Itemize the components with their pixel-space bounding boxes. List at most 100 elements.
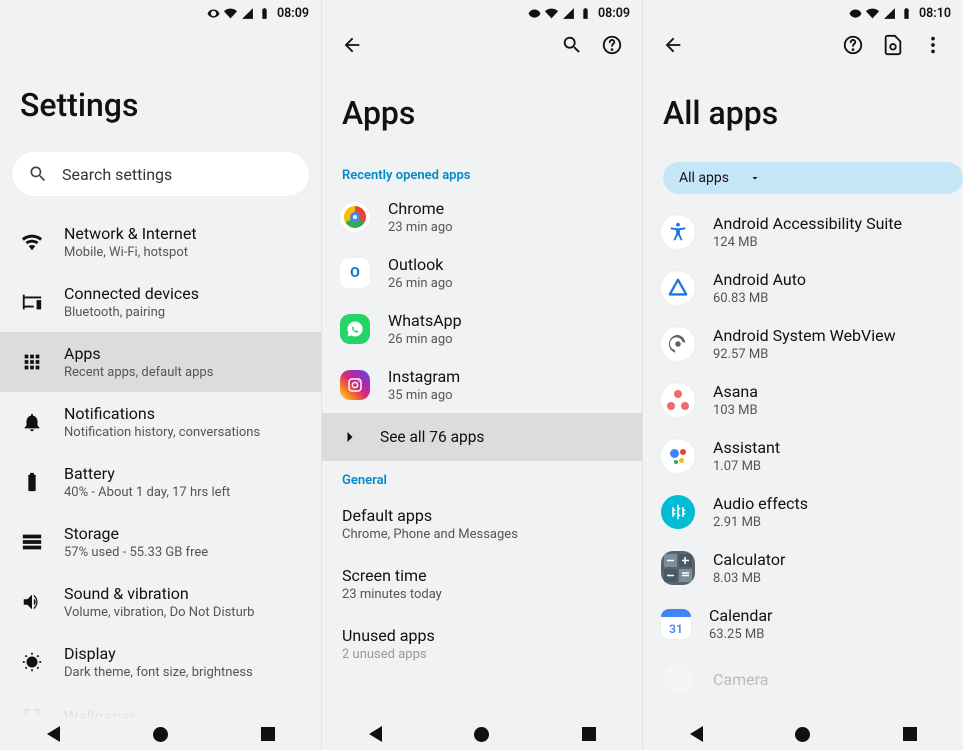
assistant-icon <box>661 439 695 473</box>
status-clock: 08:09 <box>598 6 630 21</box>
nav-back[interactable] <box>355 722 395 746</box>
wifi-icon <box>224 7 237 20</box>
calculator-icon <box>661 551 695 585</box>
settings-item-battery[interactable]: Battery40% - About 1 day, 17 hrs left <box>0 452 321 512</box>
topbar <box>643 26 963 64</box>
battery-icon <box>20 470 44 494</box>
chrome-icon <box>340 202 370 232</box>
battery-icon <box>258 7 271 20</box>
app-item-chrome[interactable]: Chrome23 min ago <box>322 189 642 245</box>
app-item-outlook[interactable]: O Outlook26 min ago <box>322 245 642 301</box>
settings-item-sound[interactable]: Sound & vibrationVolume, vibration, Do N… <box>0 572 321 632</box>
bell-icon <box>20 410 44 434</box>
nav-recents[interactable] <box>569 722 609 746</box>
settings-pane: 08:09 Settings Search settings Network &… <box>0 0 321 750</box>
back-button[interactable] <box>336 29 368 61</box>
nav-recents[interactable] <box>248 722 288 746</box>
webview-icon <box>661 327 695 361</box>
settings-item-notifications[interactable]: NotificationsNotification history, conve… <box>0 392 321 452</box>
storage-icon <box>20 530 44 554</box>
wifi-icon <box>545 7 558 20</box>
sound-icon <box>20 590 44 614</box>
page-title: Settings <box>0 26 321 152</box>
wifi-icon <box>866 7 879 20</box>
overflow-menu[interactable] <box>917 29 949 61</box>
apps-icon <box>20 350 44 374</box>
search-button[interactable] <box>556 29 588 61</box>
app-item-calendar[interactable]: 31 Calendar63.25 MB <box>643 596 963 652</box>
page-title: Apps <box>322 64 642 156</box>
restore-button[interactable] <box>877 29 909 61</box>
settings-item-storage[interactable]: Storage57% used - 55.33 GB free <box>0 512 321 572</box>
filter-chip[interactable]: All apps <box>663 162 963 194</box>
eye-icon <box>528 7 541 20</box>
see-all-apps[interactable]: See all 76 apps <box>322 413 642 461</box>
battery-icon <box>900 7 913 20</box>
signal-icon <box>241 7 254 20</box>
topbar <box>322 26 642 64</box>
app-item-accessibility[interactable]: Android Accessibility Suite124 MB <box>643 204 963 260</box>
all-apps-pane: 08:10 All apps All apps Android Accessib… <box>642 0 963 750</box>
calendar-icon: 31 <box>661 609 691 639</box>
app-item-webview[interactable]: Android System WebView92.57 MB <box>643 316 963 372</box>
back-button[interactable] <box>657 29 689 61</box>
apps-pane: 08:09 Apps Recently opened apps Chrome23… <box>321 0 642 750</box>
app-item-instagram[interactable]: Instagram35 min ago <box>322 357 642 413</box>
default-apps[interactable]: Default apps Chrome, Phone and Messages <box>322 494 642 554</box>
search-icon <box>28 164 48 184</box>
settings-item-display[interactable]: DisplayDark theme, font size, brightness <box>0 632 321 692</box>
status-bar: 08:09 <box>0 0 321 26</box>
nav-home[interactable] <box>141 722 181 746</box>
app-item-calculator[interactable]: Calculator8.03 MB <box>643 540 963 596</box>
all-apps-list: Android Accessibility Suite124 MB Androi… <box>643 204 963 750</box>
help-button[interactable] <box>596 29 628 61</box>
asana-icon <box>661 383 695 417</box>
app-item-asana[interactable]: Asana103 MB <box>643 372 963 428</box>
eye-icon <box>849 7 862 20</box>
search-input[interactable]: Search settings <box>12 152 309 196</box>
status-bar: 08:10 <box>643 0 963 26</box>
nav-bar <box>643 718 963 750</box>
status-clock: 08:09 <box>277 6 309 21</box>
display-icon <box>20 650 44 674</box>
signal-icon <box>562 7 575 20</box>
section-general: General <box>322 461 642 494</box>
android-auto-icon <box>661 271 695 305</box>
status-clock: 08:10 <box>919 6 951 21</box>
unused-apps[interactable]: Unused apps 2 unused apps <box>322 614 642 674</box>
nav-bar <box>0 718 321 750</box>
recent-list: Chrome23 min ago O Outlook26 min ago Wha… <box>322 189 642 750</box>
camera-icon <box>661 662 695 696</box>
nav-bar <box>322 718 642 750</box>
status-bar: 08:09 <box>322 0 642 26</box>
settings-item-apps[interactable]: AppsRecent apps, default apps <box>0 332 321 392</box>
settings-list: Network & InternetMobile, Wi-Fi, hotspot… <box>0 212 321 750</box>
chevron-down-icon <box>749 172 761 184</box>
app-item-whatsapp[interactable]: WhatsApp26 min ago <box>322 301 642 357</box>
nav-recents[interactable] <box>890 722 930 746</box>
help-button[interactable] <box>837 29 869 61</box>
app-item-auto[interactable]: Android Auto60.83 MB <box>643 260 963 316</box>
nav-back[interactable] <box>34 722 74 746</box>
app-item-audio[interactable]: Audio effects2.91 MB <box>643 484 963 540</box>
nav-home[interactable] <box>462 722 502 746</box>
eye-icon <box>207 7 220 20</box>
page-title: All apps <box>643 64 963 156</box>
devices-icon <box>20 290 44 314</box>
section-recent: Recently opened apps <box>322 156 642 189</box>
app-item-camera[interactable]: Camera <box>643 652 963 706</box>
app-item-assistant[interactable]: Assistant1.07 MB <box>643 428 963 484</box>
settings-item-connected[interactable]: Connected devicesBluetooth, pairing <box>0 272 321 332</box>
battery-icon <box>579 7 592 20</box>
settings-item-network[interactable]: Network & InternetMobile, Wi-Fi, hotspot <box>0 212 321 272</box>
screen-time[interactable]: Screen time 23 minutes today <box>322 554 642 614</box>
search-placeholder: Search settings <box>62 165 172 184</box>
nav-back[interactable] <box>676 722 716 746</box>
nav-home[interactable] <box>783 722 823 746</box>
accessibility-icon <box>661 215 695 249</box>
outlook-icon: O <box>340 258 370 288</box>
signal-icon <box>883 7 896 20</box>
instagram-icon <box>340 370 370 400</box>
whatsapp-icon <box>340 314 370 344</box>
audio-icon <box>661 495 695 529</box>
